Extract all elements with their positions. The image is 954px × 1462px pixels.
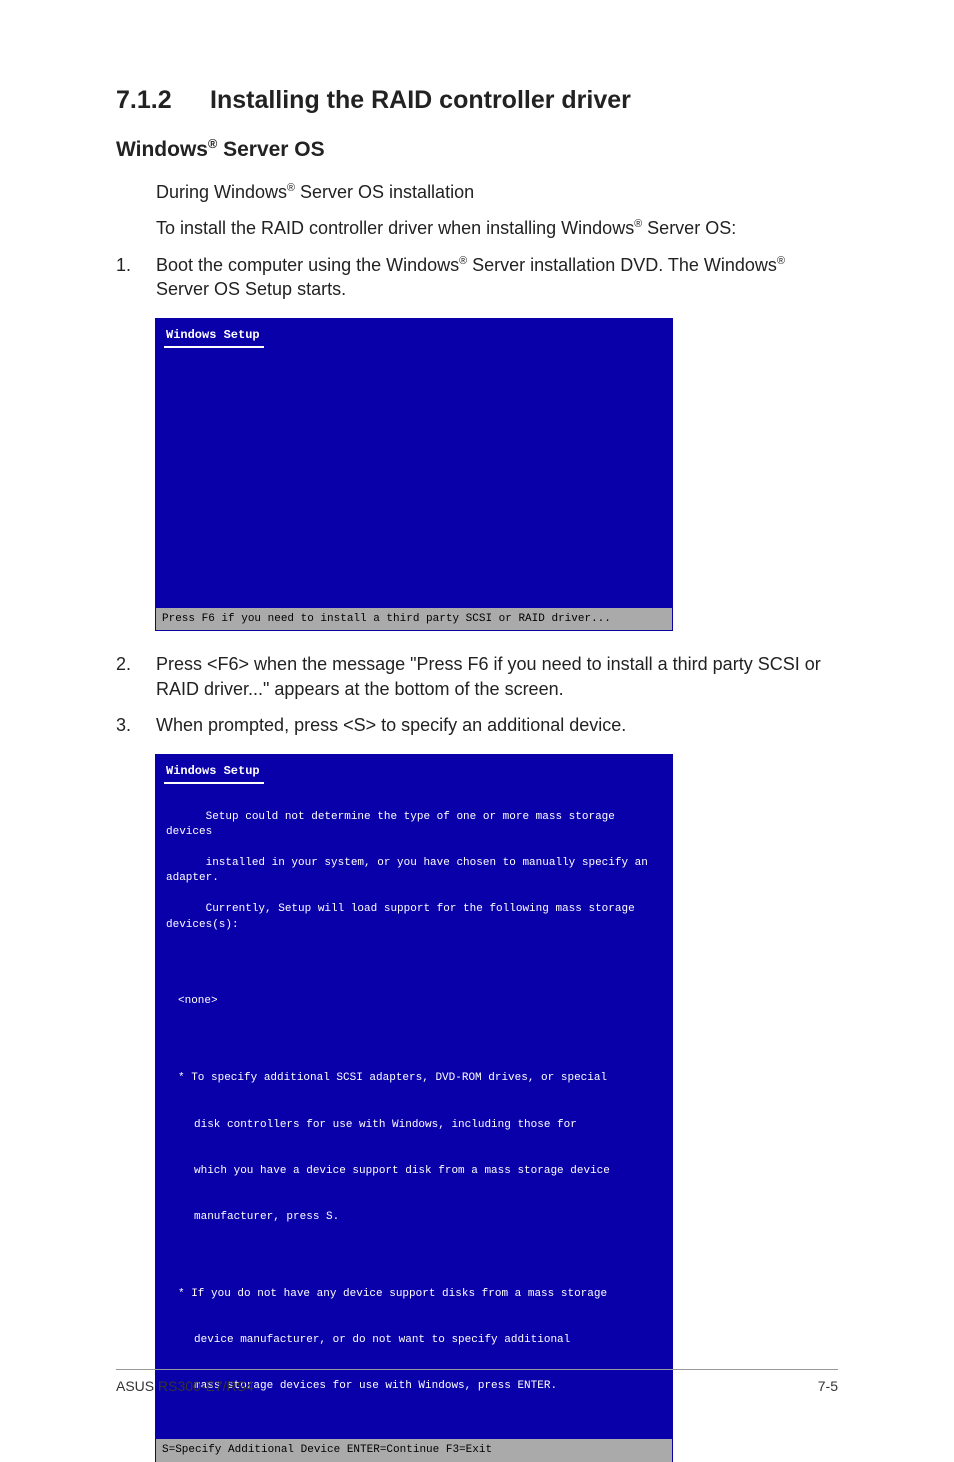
text-line: * To specify additional SCSI adapters, D… xyxy=(178,1071,662,1086)
step-text: Press <F6> when the message "Press F6 if… xyxy=(156,652,838,701)
registered-mark: ® xyxy=(777,255,785,267)
text-line: <none> xyxy=(178,994,662,1009)
text: Boot the computer using the Windows xyxy=(156,255,459,275)
step-number: 1. xyxy=(116,253,156,302)
text-line: manufacturer, press S. xyxy=(194,1210,662,1225)
heading-title: Installing the RAID controller driver xyxy=(210,86,631,115)
step-number: 2. xyxy=(116,652,156,701)
text-line: installed in your system, or you have ch… xyxy=(166,857,655,884)
text: Server OS Setup starts. xyxy=(156,279,346,299)
list-item: 2. Press <F6> when the message "Press F6… xyxy=(116,652,838,701)
registered-mark: ® xyxy=(634,218,642,230)
subheading-pre: Windows xyxy=(116,138,208,161)
window-title-row: Windows Setup xyxy=(156,319,672,348)
text: Server installation DVD. The Windows xyxy=(467,255,777,275)
step-text: When prompted, press <S> to specify an a… xyxy=(156,713,838,737)
list-item: 3. When prompted, press <S> to specify a… xyxy=(116,713,838,737)
list-item: 1. Boot the computer using the Windows® … xyxy=(116,253,838,302)
text: Server OS installation xyxy=(295,182,474,202)
status-bar: Press F6 if you need to install a third … xyxy=(156,608,672,630)
subheading: Windows® Server OS xyxy=(116,137,838,162)
footer-left: ASUS RS300-E7/RS4 xyxy=(116,1378,254,1394)
screenshot-windows-setup-1: Windows Setup Press F6 if you need to in… xyxy=(156,319,672,630)
page-footer: ASUS RS300-E7/RS4 7-5 xyxy=(116,1369,838,1394)
screenshot-windows-setup-2: Windows Setup Setup could not determine … xyxy=(156,755,672,1461)
paragraph: To install the RAID controller driver wh… xyxy=(156,216,838,240)
registered-mark: ® xyxy=(287,182,295,194)
text-line: disk controllers for use with Windows, i… xyxy=(194,1118,662,1133)
window-title-row: Windows Setup xyxy=(156,755,672,784)
text-line: which you have a device support disk fro… xyxy=(194,1164,662,1179)
step-number: 3. xyxy=(116,713,156,737)
section-heading: 7.1.2 Installing the RAID controller dri… xyxy=(116,86,838,115)
text: Server OS: xyxy=(642,218,736,238)
registered-mark: ® xyxy=(208,137,217,151)
text: To install the RAID controller driver wh… xyxy=(156,218,634,238)
text-line: device manufacturer, or do not want to s… xyxy=(194,1333,662,1348)
paragraph: During Windows® Server OS installation xyxy=(156,180,838,204)
footer-right: 7-5 xyxy=(818,1378,838,1394)
window-body xyxy=(156,348,672,608)
step-text: Boot the computer using the Windows® Ser… xyxy=(156,253,838,302)
status-bar: S=Specify Additional Device ENTER=Contin… xyxy=(156,1439,672,1461)
subheading-post: Server OS xyxy=(217,138,324,161)
text: During Windows xyxy=(156,182,287,202)
window-body: Setup could not determine the type of on… xyxy=(156,784,672,1439)
window-title: Windows Setup xyxy=(164,326,264,348)
text-line: Setup could not determine the type of on… xyxy=(166,811,622,838)
text-line: Currently, Setup will load support for t… xyxy=(166,903,641,930)
registered-mark: ® xyxy=(459,255,467,267)
text-line: * If you do not have any device support … xyxy=(178,1287,662,1302)
heading-number: 7.1.2 xyxy=(116,86,210,115)
window-title: Windows Setup xyxy=(164,762,264,784)
